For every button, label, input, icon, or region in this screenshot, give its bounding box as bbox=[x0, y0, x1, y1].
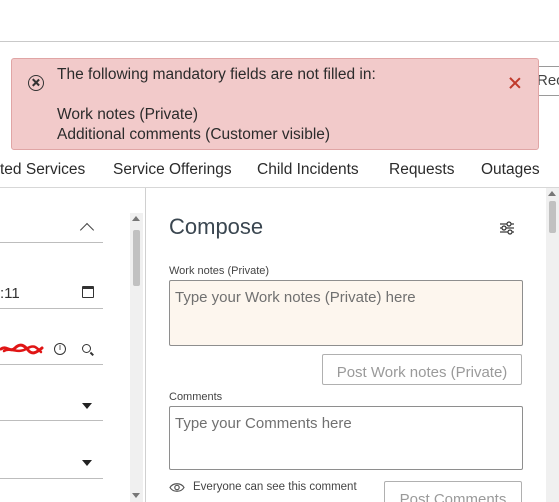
error-circle-icon bbox=[28, 75, 44, 91]
compose-title: Compose bbox=[169, 214, 264, 239]
scroll-up-arrow[interactable] bbox=[548, 191, 556, 196]
alert-field-additional-comments: Additional comments (Customer visible) bbox=[57, 126, 331, 143]
comments-textarea[interactable] bbox=[169, 406, 523, 470]
post-comments-button[interactable]: Post Comments bbox=[384, 481, 522, 502]
alert-field-work-notes: Work notes (Private) bbox=[57, 106, 198, 123]
info-icon[interactable]: i bbox=[54, 343, 66, 355]
redaction-scribble bbox=[0, 343, 44, 355]
tab-child-incidents[interactable]: Child Incidents bbox=[257, 161, 359, 179]
tab-requests[interactable]: Requests bbox=[389, 161, 454, 179]
scroll-thumb[interactable] bbox=[133, 230, 140, 286]
mandatory-fields-alert: The following mandatory fields are not f… bbox=[11, 58, 539, 150]
tab-outages[interactable]: Outages bbox=[481, 161, 540, 179]
tab-service-offerings[interactable]: Service Offerings bbox=[113, 161, 232, 179]
dropdown-caret-icon[interactable] bbox=[82, 403, 92, 409]
scroll-thumb[interactable] bbox=[549, 201, 556, 233]
form-fields-panel: :11 i bbox=[0, 188, 146, 502]
reference-field[interactable] bbox=[0, 309, 103, 365]
alert-heading: The following mandatory fields are not f… bbox=[57, 66, 376, 83]
visibility-hint: Everyone can see this comment bbox=[193, 481, 357, 493]
scroll-up-arrow[interactable] bbox=[132, 216, 140, 221]
choice-field-2[interactable] bbox=[0, 421, 103, 479]
settings-sliders-icon[interactable] bbox=[499, 221, 515, 235]
alert-message: The following mandatory fields are not f… bbox=[57, 65, 376, 145]
dropdown-caret-icon[interactable] bbox=[82, 460, 92, 466]
top-bar bbox=[0, 0, 559, 42]
post-work-notes-button[interactable]: Post Work notes (Private) bbox=[322, 354, 522, 385]
work-notes-textarea[interactable] bbox=[169, 280, 523, 346]
calendar-icon[interactable] bbox=[82, 286, 94, 298]
tab-affected-services[interactable]: ted Services bbox=[0, 161, 85, 179]
scroll-down-arrow[interactable] bbox=[132, 493, 140, 498]
eye-icon bbox=[169, 483, 185, 492]
datetime-value: :11 bbox=[0, 285, 20, 302]
choice-field-1[interactable] bbox=[0, 365, 103, 421]
close-icon[interactable] bbox=[505, 73, 525, 93]
left-scrollbar[interactable] bbox=[130, 213, 143, 502]
search-icon[interactable] bbox=[82, 344, 91, 353]
right-scrollbar[interactable] bbox=[546, 188, 559, 502]
work-notes-label: Work notes (Private) bbox=[169, 265, 270, 277]
related-lists-tabs: ted Services Service Offerings Child Inc… bbox=[0, 152, 559, 188]
comments-label: Comments bbox=[169, 391, 223, 403]
